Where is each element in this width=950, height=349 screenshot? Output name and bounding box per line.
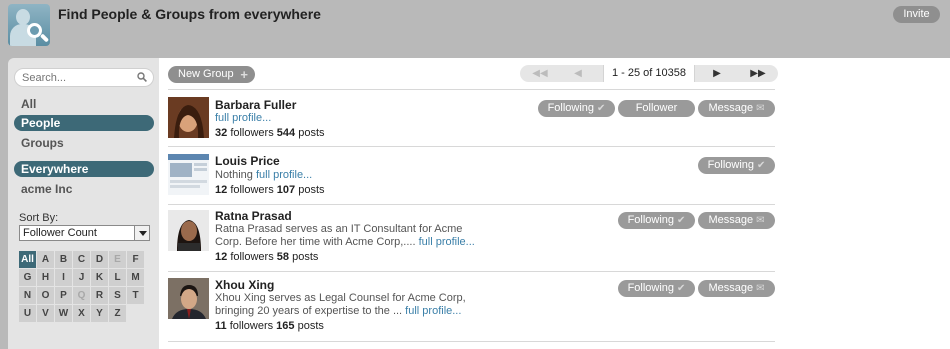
full-profile-link[interactable]: full profile... [405,305,461,317]
letter-filter-v[interactable]: V [37,305,54,322]
person-name[interactable]: Louis Price [215,154,280,168]
person-row: Louis Price Nothing full profile... 12 f… [168,146,775,204]
check-icon: ✔ [677,215,686,226]
following-button[interactable]: Following ✔ [698,157,775,174]
follower-button[interactable]: Follower [618,100,695,117]
letter-filter-d[interactable]: D [91,251,108,268]
envelope-icon: ✉ [756,215,765,226]
person-stats: 12 followers 107 posts [215,184,325,196]
avatar[interactable] [168,210,209,251]
people-search-logo-icon [8,4,50,46]
person-name[interactable]: Xhou Xing [215,278,274,292]
prev-page-icon[interactable]: ◀ [564,65,592,82]
letter-filter-q[interactable]: Q [73,287,90,304]
check-icon: ✔ [677,283,686,294]
message-button[interactable]: Message ✉ [698,212,775,229]
invite-button[interactable]: Invite [893,6,940,23]
pager: ◀◀ ◀ 1 - 25 of 10358 ▶ ▶▶ [520,65,778,82]
letter-filter-f[interactable]: F [127,251,144,268]
letter-filter-n[interactable]: N [19,287,36,304]
person-description: full profile... [215,112,480,125]
first-page-icon[interactable]: ◀◀ [526,65,554,82]
sidebar: All People Groups Everywhere acme Inc So… [8,58,159,349]
letter-filter-g[interactable]: G [19,269,36,286]
avatar[interactable] [168,278,209,319]
filter-groups[interactable]: Groups [14,135,154,151]
person-name[interactable]: Ratna Prasad [215,209,292,223]
person-description: Ratna Prasad serves as an IT Consultant … [215,223,475,248]
letter-filter-k[interactable]: K [91,269,108,286]
avatar[interactable] [168,97,209,138]
following-button[interactable]: Following ✔ [618,280,695,297]
person-stats: 11 followers 165 posts [215,320,324,332]
letter-filter-l[interactable]: L [109,269,126,286]
alphabet-filter: All A B C D E F G H I J K L M N O P Q R S T U V W X Y Z [19,251,148,322]
check-icon: ✔ [757,160,766,171]
scope-acme-inc[interactable]: acme Inc [14,181,154,197]
letter-filter-o[interactable]: O [37,287,54,304]
filter-people[interactable]: People [14,115,154,131]
full-profile-link[interactable]: full profile... [256,169,312,181]
page-title: Find People & Groups from everywhere [58,6,321,22]
list-divider [168,341,775,349]
search-input[interactable] [22,69,132,86]
message-button[interactable]: Message ✉ [698,100,775,117]
person-stats: 32 followers 544 posts [215,127,325,139]
letter-filter-j[interactable]: J [73,269,90,286]
message-button[interactable]: Message ✉ [698,280,775,297]
letter-filter-s[interactable]: S [109,287,126,304]
letter-filter-i[interactable]: I [55,269,72,286]
following-button[interactable]: Following ✔ [538,100,615,117]
letter-filter-x[interactable]: X [73,305,90,322]
person-description: Xhou Xing serves as Legal Counsel for Ac… [215,292,466,317]
search-icon[interactable] [137,72,147,82]
full-profile-link[interactable]: full profile... [215,112,271,124]
letter-filter-y[interactable]: Y [91,305,108,322]
person-stats: 12 followers 58 posts [215,251,319,263]
person-row: Xhou Xing Xhou Xing serves as Legal Coun… [168,271,775,341]
filter-all[interactable]: All [14,96,154,112]
full-profile-link[interactable]: full profile... [419,236,475,248]
letter-filter-b[interactable]: B [55,251,72,268]
person-row: Ratna Prasad Ratna Prasad serves as an I… [168,204,775,271]
letter-filter-a[interactable]: A [37,251,54,268]
letter-filter-u[interactable]: U [19,305,36,322]
check-icon: ✔ [597,103,606,114]
letter-filter-all[interactable]: All [19,251,36,268]
pager-range: 1 - 25 of 10358 [603,65,695,82]
letter-filter-t[interactable]: T [127,287,144,304]
person-row: Barbara Fuller full profile... 32 follow… [168,89,775,146]
next-page-icon[interactable]: ▶ [703,65,731,82]
person-description: Nothing full profile... [215,169,313,181]
letter-filter-c[interactable]: C [73,251,90,268]
main-content: New Group + ◀◀ ◀ 1 - 25 of 10358 ▶ ▶▶ Ba… [159,58,950,349]
letter-filter-h[interactable]: H [37,269,54,286]
chevron-down-icon [134,226,149,240]
avatar[interactable] [168,154,209,195]
envelope-icon: ✉ [756,103,765,114]
plus-icon: + [240,67,248,82]
letter-filter-r[interactable]: R [91,287,108,304]
scope-everywhere[interactable]: Everywhere [14,161,154,177]
letter-filter-e[interactable]: E [109,251,126,268]
letter-filter-z[interactable]: Z [109,305,126,322]
sort-label: Sort By: [19,212,59,224]
last-page-icon[interactable]: ▶▶ [744,65,772,82]
person-name[interactable]: Barbara Fuller [215,98,296,112]
envelope-icon: ✉ [756,283,765,294]
sort-select[interactable]: Follower Count [19,225,150,241]
header: Find People & Groups from everywhere Inv… [0,0,950,58]
letter-filter-m[interactable]: M [127,269,144,286]
search-box [14,68,154,87]
following-button[interactable]: Following ✔ [618,212,695,229]
letter-filter-w[interactable]: W [55,305,72,322]
new-group-button[interactable]: New Group + [168,66,255,83]
new-group-label: New Group [178,68,234,80]
letter-filter-p[interactable]: P [55,287,72,304]
sort-select-value: Follower Count [23,227,97,239]
